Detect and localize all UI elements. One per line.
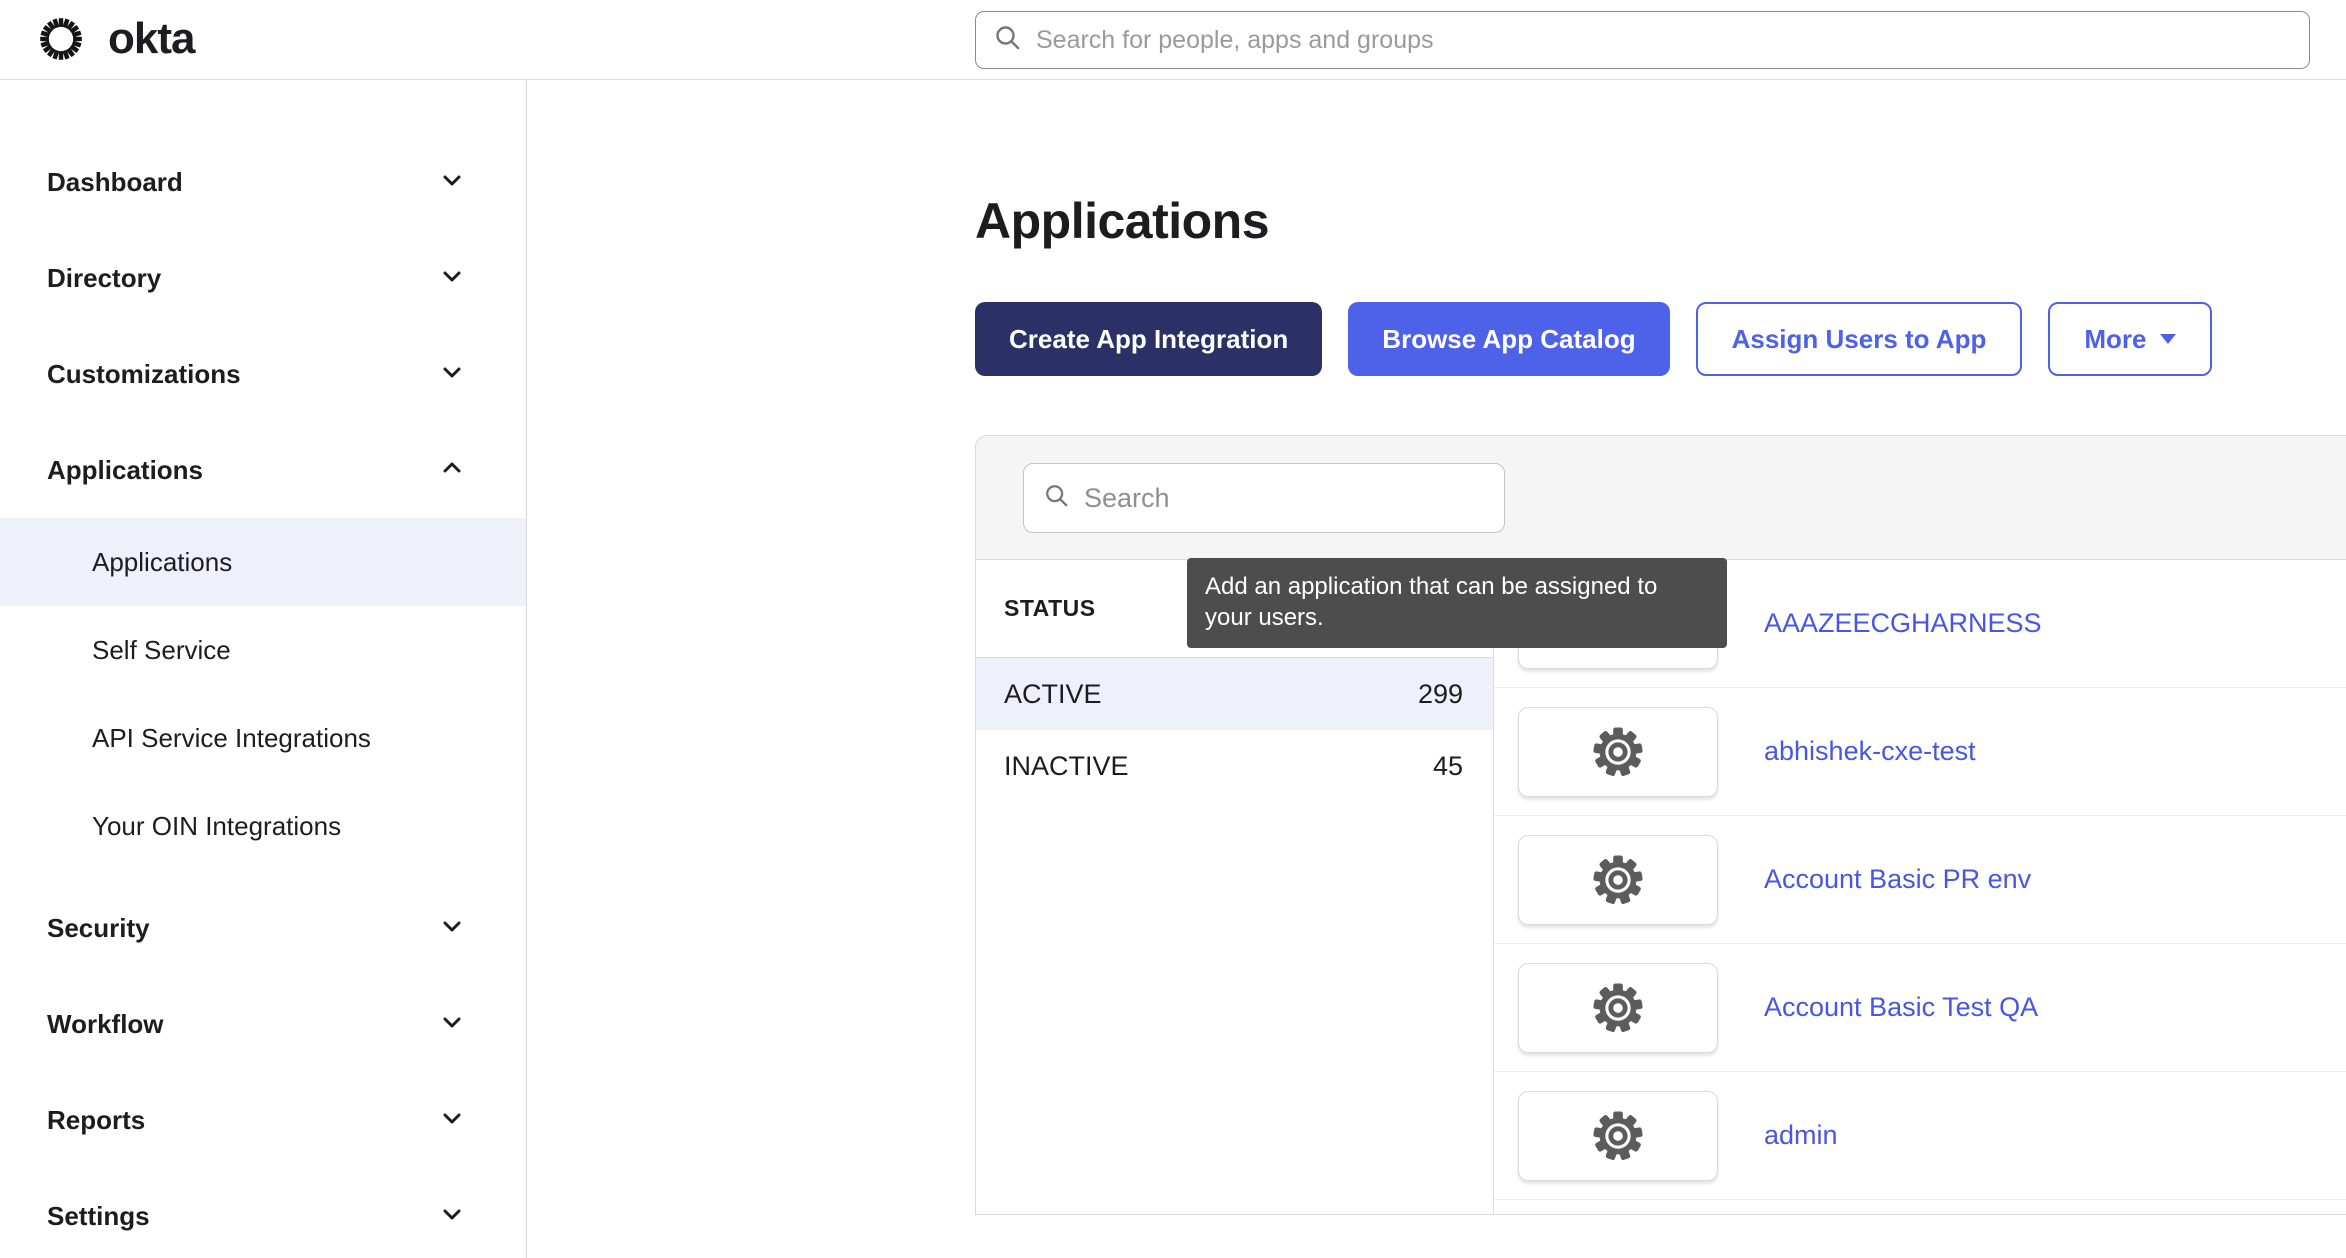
search-icon [1044, 483, 1070, 514]
applications-card: STATUS ACTIVE 299 INACTIVE 45 harness AA… [975, 435, 2346, 1215]
app-logo-tile [1518, 1091, 1718, 1181]
page-title: Applications [975, 192, 2346, 250]
sidebar-item-label: Security [47, 913, 150, 944]
sidebar-item-label: Settings [47, 1201, 150, 1232]
okta-logo-text: okta [108, 14, 194, 64]
status-filter-inactive[interactable]: INACTIVE 45 [976, 730, 1493, 802]
chevron-down-icon [436, 910, 468, 947]
chevron-down-icon [436, 1006, 468, 1043]
sidebar-item-dashboard[interactable]: Dashboard [0, 134, 526, 230]
gear-icon [1590, 852, 1646, 908]
sidebar-subitem-label: API Service Integrations [92, 723, 371, 754]
browse-app-catalog-button[interactable]: Browse App Catalog [1348, 302, 1669, 376]
chevron-down-icon [436, 1102, 468, 1139]
create-app-integration-button[interactable]: Create App Integration [975, 302, 1322, 376]
applications-card-header [976, 436, 2346, 560]
chevron-up-icon [436, 452, 468, 489]
sidebar-item-applications[interactable]: Applications [0, 422, 526, 518]
search-icon [994, 24, 1022, 57]
status-filter-panel: STATUS ACTIVE 299 INACTIVE 45 [976, 560, 1494, 1215]
gear-icon [1590, 1108, 1646, 1164]
sidebar-item-reports[interactable]: Reports [0, 1072, 526, 1168]
app-row: Account Basic PR env [1494, 816, 2346, 944]
status-filter-active[interactable]: ACTIVE 299 [976, 658, 1493, 730]
action-buttons: Create App Integration Browse App Catalo… [975, 302, 2346, 376]
app-row: admin [1494, 1072, 2346, 1200]
sidebar-subitem-api-service-integrations[interactable]: API Service Integrations [0, 694, 526, 782]
app-name-link[interactable]: AAAZEECGHARNESS [1764, 608, 2042, 639]
global-search[interactable] [975, 11, 2310, 69]
status-filter-count: 299 [1418, 679, 1463, 710]
sidebar-subitem-self-service[interactable]: Self Service [0, 606, 526, 694]
sidebar-item-label: Directory [47, 263, 161, 294]
okta-logo-icon [32, 10, 90, 68]
global-search-input[interactable] [1036, 26, 2291, 55]
app-logo-tile [1518, 963, 1718, 1053]
app-logo-tile [1518, 835, 1718, 925]
chevron-down-icon [436, 164, 468, 201]
chevron-down-icon [436, 260, 468, 297]
sidebar-item-directory[interactable]: Directory [0, 230, 526, 326]
tooltip: Add an application that can be assigned … [1187, 558, 1727, 648]
apps-search[interactable] [1023, 463, 1505, 533]
dropdown-caret-icon [2160, 334, 2176, 344]
chevron-down-icon [436, 356, 468, 393]
sidebar-item-label: Applications [47, 455, 203, 486]
assign-users-to-app-button[interactable]: Assign Users to App [1696, 302, 2023, 376]
status-filter-count: 45 [1433, 751, 1463, 782]
sidebar-item-label: Workflow [47, 1009, 164, 1040]
sidebar-subitem-applications[interactable]: Applications [0, 518, 526, 606]
apps-search-input[interactable] [1084, 483, 1484, 514]
sidebar-subitem-label: Self Service [92, 635, 231, 666]
sidebar-item-workflow[interactable]: Workflow [0, 976, 526, 1072]
app-name-link[interactable]: Account Basic Test QA [1764, 992, 2038, 1023]
sidebar-item-security[interactable]: Security [0, 880, 526, 976]
app-logo-tile [1518, 707, 1718, 797]
sidebar-item-customizations[interactable]: Customizations [0, 326, 526, 422]
more-button[interactable]: More [2048, 302, 2212, 376]
sidebar-item-label: Dashboard [47, 167, 183, 198]
sidebar-item-settings[interactable]: Settings [0, 1168, 526, 1258]
app-row: abhishek-cxe-test [1494, 688, 2346, 816]
app-name-link[interactable]: Account Basic PR env [1764, 864, 2031, 895]
main-content: Applications Create App Integration Brow… [527, 80, 2346, 1258]
sidebar-subitem-label: Applications [92, 547, 232, 578]
status-filter-label: ACTIVE [1004, 679, 1102, 710]
sidebar-subitem-your-oin-integrations[interactable]: Your OIN Integrations [0, 782, 526, 870]
chevron-down-icon [436, 1198, 468, 1235]
gear-icon [1590, 724, 1646, 780]
sidebar-item-label: Reports [47, 1105, 145, 1136]
status-filter-label: INACTIVE [1004, 751, 1129, 782]
app-row: Account Basic Test QA [1494, 944, 2346, 1072]
gear-icon [1590, 980, 1646, 1036]
sidebar-item-label: Customizations [47, 359, 241, 390]
app-name-link[interactable]: abhishek-cxe-test [1764, 736, 1976, 767]
app-name-link[interactable]: admin [1764, 1120, 1838, 1151]
top-header: okta [0, 0, 2346, 80]
sidebar: Dashboard Directory Customizations Appli… [0, 80, 527, 1258]
apps-list: harness AAAZEECGHARNESS abhishek-cxe-tes… [1494, 560, 2346, 1215]
okta-brand: okta [32, 10, 194, 68]
sidebar-subitem-label: Your OIN Integrations [92, 811, 341, 842]
